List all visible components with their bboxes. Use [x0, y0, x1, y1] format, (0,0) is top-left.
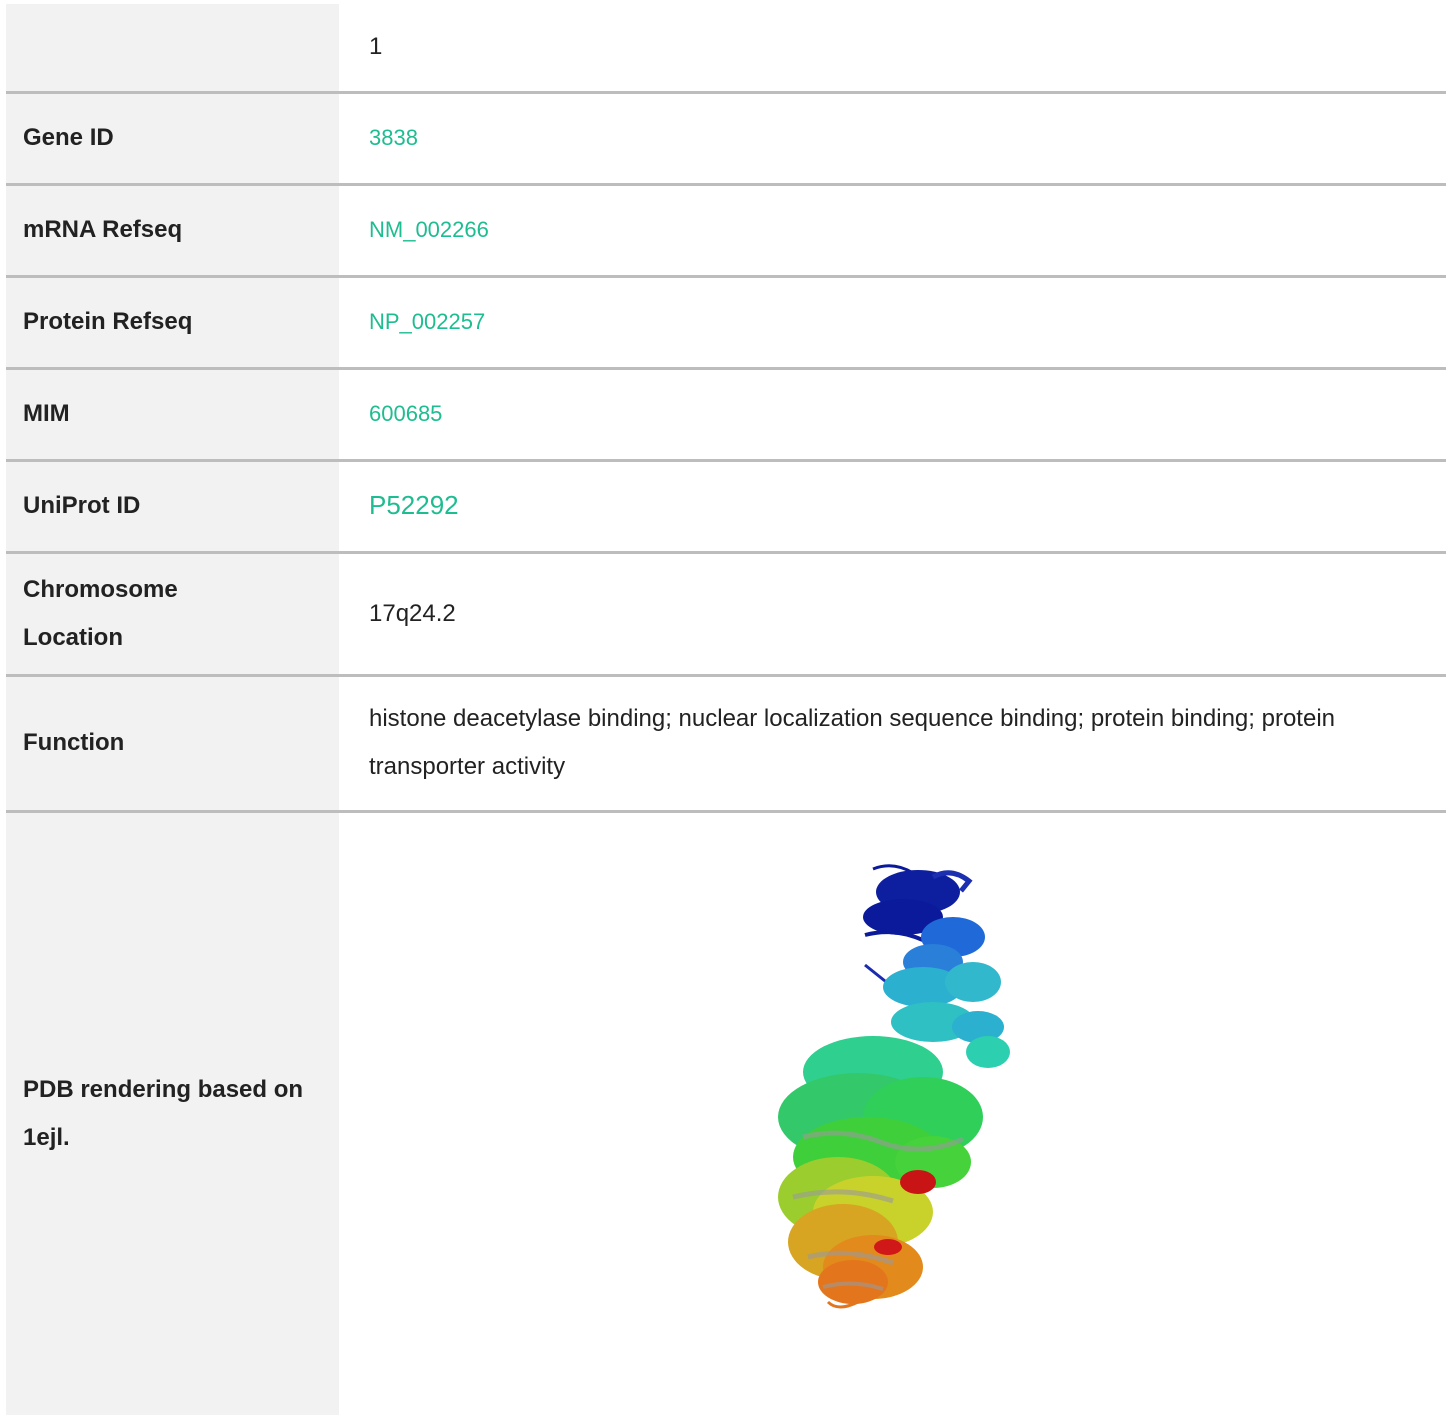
mrna-refseq-label: mRNA Refseq [6, 184, 339, 276]
protein-refseq-link[interactable]: NP_002257 [369, 309, 485, 334]
uniprot-id-cell: P52292 [339, 460, 1446, 552]
pdb-structure-image [632, 836, 1153, 1357]
table-row-mim: MIM 600685 [6, 368, 1446, 460]
chromosome-location-label-text: Chromosome Location [23, 575, 178, 651]
table-row-mrna-refseq: mRNA Refseq NM_002266 [6, 184, 1446, 276]
row-label-empty [6, 4, 339, 92]
protein-structure-icon [777, 863, 1010, 1308]
gene-info-panel: 1 Gene ID 3838 mRNA Refseq NM_002266 Pro… [6, 4, 1446, 1415]
mrna-refseq-link[interactable]: NM_002266 [369, 217, 489, 242]
uniprot-id-link[interactable]: P52292 [369, 490, 459, 520]
function-value: histone deacetylase binding; nuclear loc… [339, 675, 1446, 811]
table-row-chromosome-location: Chromosome Location 17q24.2 [6, 552, 1446, 675]
function-label: Function [6, 675, 339, 811]
table-row-pdb-rendering: PDB rendering based on 1ejl. [6, 811, 1446, 1415]
chromosome-location-label: Chromosome Location [6, 552, 339, 675]
gene-id-link[interactable]: 3838 [369, 125, 418, 150]
gene-id-cell: 3838 [339, 92, 1446, 184]
table-row-function: Function histone deacetylase binding; nu… [6, 675, 1446, 811]
table-row-protein-refseq: Protein Refseq NP_002257 [6, 276, 1446, 368]
gene-id-label: Gene ID [6, 92, 339, 184]
row-index-value: 1 [339, 4, 1446, 92]
gene-info-table: 1 Gene ID 3838 mRNA Refseq NM_002266 Pro… [6, 4, 1446, 1415]
uniprot-id-label: UniProt ID [6, 460, 339, 552]
pdb-rendering-label: PDB rendering based on 1ejl. [6, 811, 339, 1415]
chromosome-location-value: 17q24.2 [339, 552, 1446, 675]
mim-link[interactable]: 600685 [369, 401, 442, 426]
pdb-rendering-cell [339, 811, 1446, 1415]
mim-label: MIM [6, 368, 339, 460]
table-row-uniprot-id: UniProt ID P52292 [6, 460, 1446, 552]
protein-refseq-cell: NP_002257 [339, 276, 1446, 368]
mim-cell: 600685 [339, 368, 1446, 460]
protein-refseq-label: Protein Refseq [6, 276, 339, 368]
pdb-rendering-label-text: PDB rendering based on 1ejl. [23, 1075, 304, 1151]
table-row-gene-id: Gene ID 3838 [6, 92, 1446, 184]
mrna-refseq-cell: NM_002266 [339, 184, 1446, 276]
table-row-index: 1 [6, 4, 1446, 92]
